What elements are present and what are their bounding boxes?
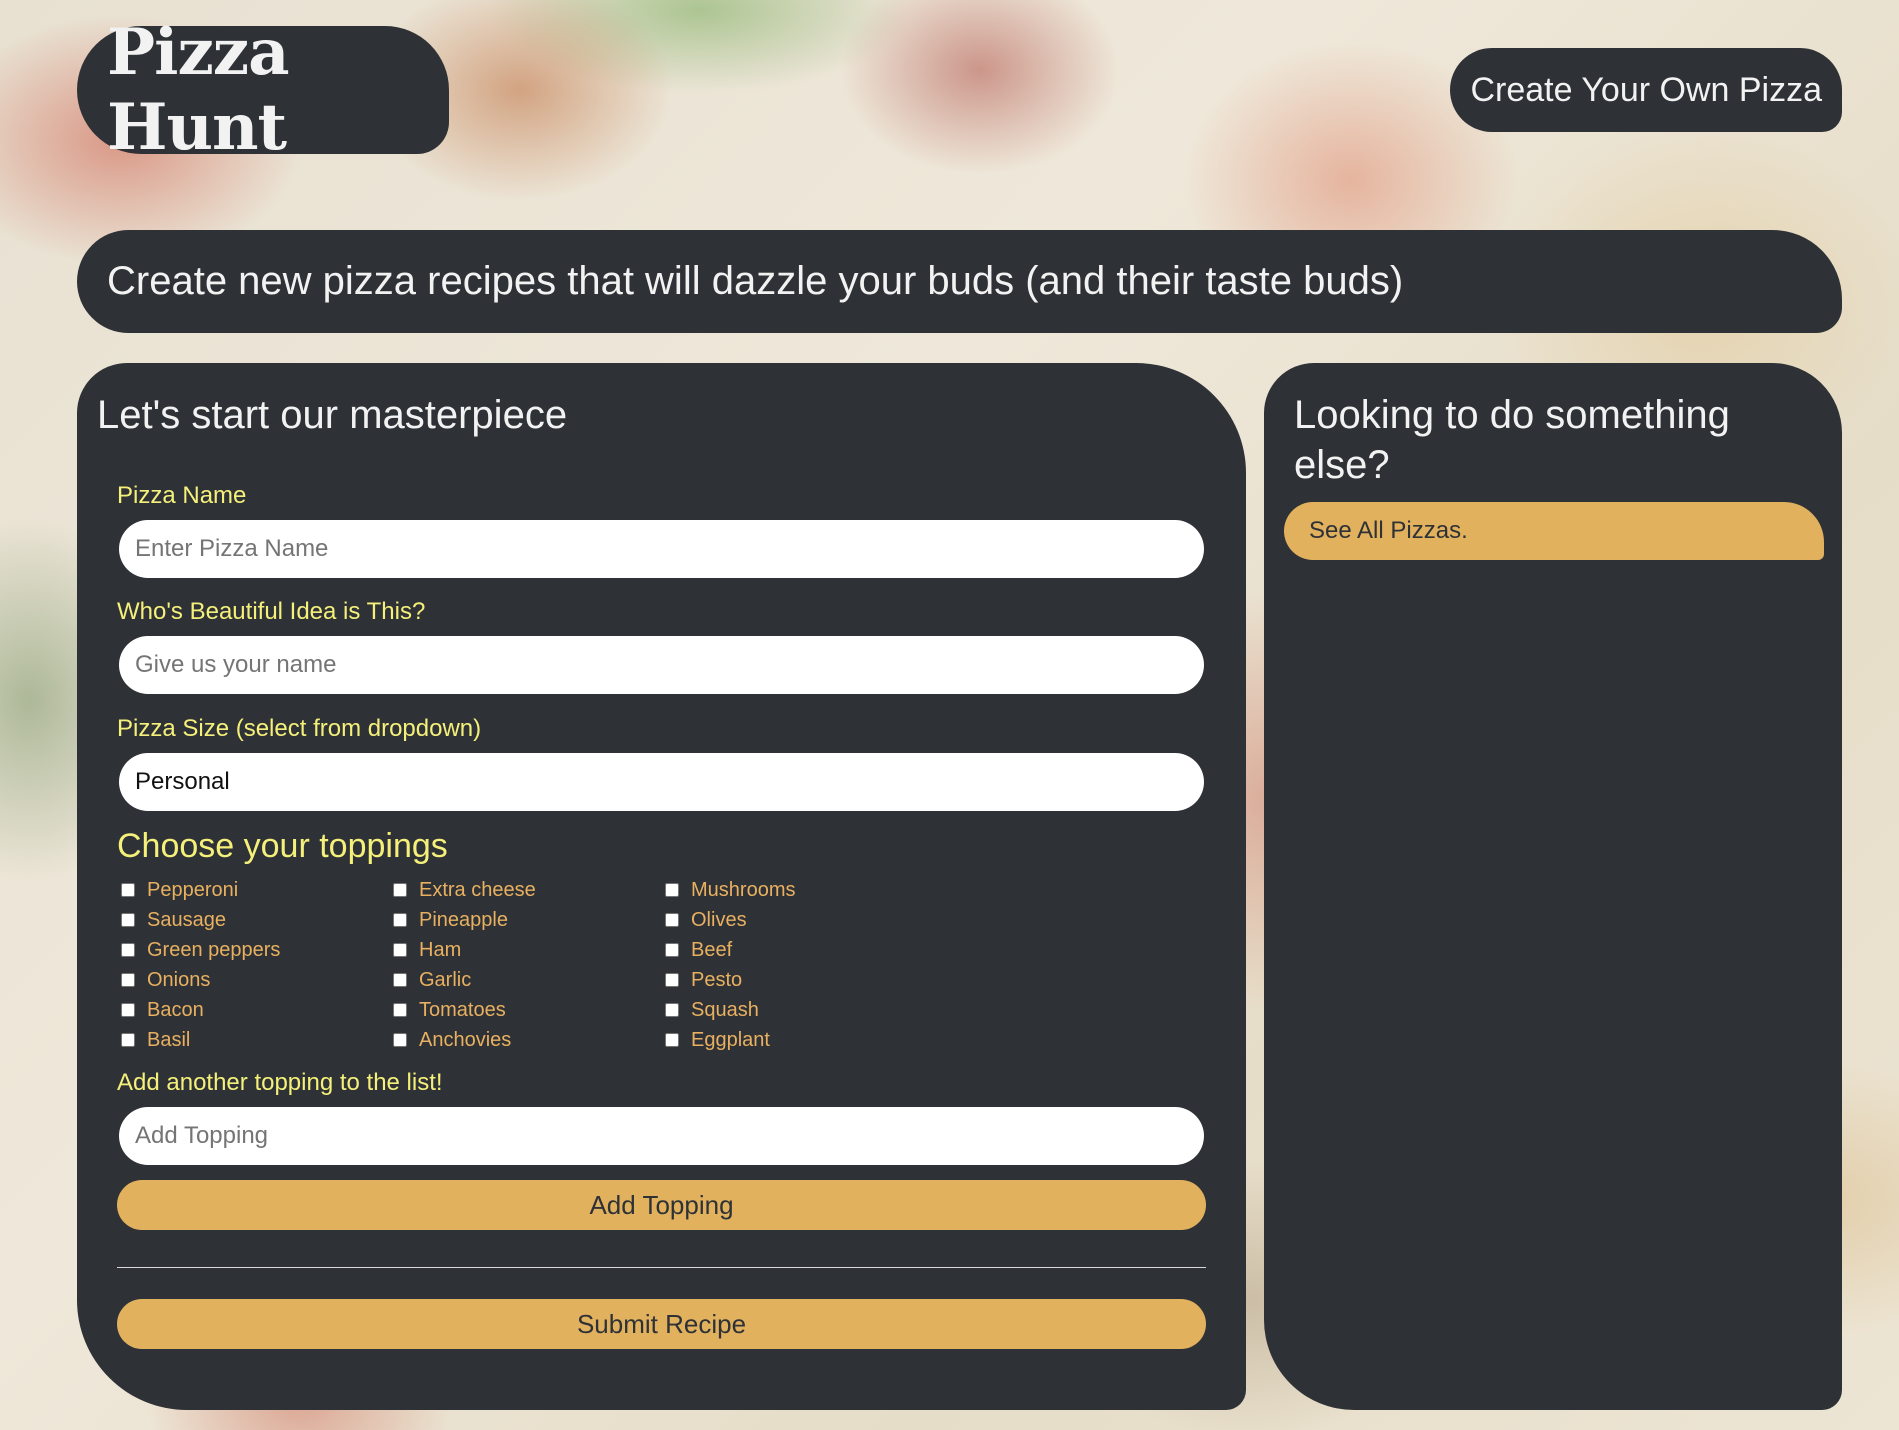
topping-item-eggplant[interactable]: Eggplant bbox=[665, 1025, 937, 1055]
topping-item-anchovies[interactable]: Anchovies bbox=[393, 1025, 665, 1055]
checkbox[interactable] bbox=[121, 883, 135, 897]
checkbox[interactable] bbox=[665, 913, 679, 927]
site-logo[interactable]: Pizza Hunt bbox=[77, 15, 449, 165]
checkbox[interactable] bbox=[393, 943, 407, 957]
topping-item-beef[interactable]: Beef bbox=[665, 935, 937, 965]
recipe-form-panel: Let's start our masterpiece Pizza Name W… bbox=[77, 363, 1246, 1410]
topping-item-mushrooms[interactable]: Mushrooms bbox=[665, 875, 937, 905]
checkbox[interactable] bbox=[665, 943, 679, 957]
topping-label: Pesto bbox=[691, 968, 743, 991]
checkbox[interactable] bbox=[393, 1003, 407, 1017]
topping-item-garlic[interactable]: Garlic bbox=[393, 965, 665, 995]
pizza-name-label: Pizza Name bbox=[117, 482, 247, 509]
topping-label: Mushrooms bbox=[691, 878, 796, 901]
checkbox[interactable] bbox=[665, 1003, 679, 1017]
topping-label: Extra cheese bbox=[419, 878, 536, 901]
pizza-size-value: Personal bbox=[135, 768, 230, 795]
toppings-heading: Choose your toppings bbox=[117, 827, 448, 865]
submit-recipe-button[interactable]: Submit Recipe bbox=[117, 1299, 1206, 1349]
topping-label: Anchovies bbox=[419, 1028, 512, 1051]
topping-item-tomatoes[interactable]: Tomatoes bbox=[393, 995, 665, 1025]
topping-label: Beef bbox=[691, 938, 733, 961]
topping-label: Eggplant bbox=[691, 1028, 770, 1051]
checkbox[interactable] bbox=[393, 1033, 407, 1047]
form-title: Let's start our masterpiece bbox=[97, 393, 568, 437]
author-name-input[interactable] bbox=[119, 636, 1204, 694]
topping-label: Sausage bbox=[147, 908, 226, 931]
topping-item-pesto[interactable]: Pesto bbox=[665, 965, 937, 995]
pizza-size-label: Pizza Size (select from dropdown) bbox=[117, 715, 482, 742]
create-button-label: Create Your Own Pizza bbox=[1470, 70, 1822, 109]
topping-label: Squash bbox=[691, 998, 759, 1021]
topping-label: Basil bbox=[147, 1028, 191, 1051]
topping-item-green-peppers[interactable]: Green peppers bbox=[121, 935, 393, 965]
banner-text: Create new pizza recipes that will dazzl… bbox=[107, 259, 1404, 303]
checkbox[interactable] bbox=[121, 943, 135, 957]
topping-item-olives[interactable]: Olives bbox=[665, 905, 937, 935]
create-your-own-pizza-button[interactable]: Create Your Own Pizza bbox=[1450, 48, 1842, 132]
checkbox[interactable] bbox=[121, 973, 135, 987]
checkbox[interactable] bbox=[393, 913, 407, 927]
form-divider bbox=[117, 1267, 1206, 1268]
topping-label: Green peppers bbox=[147, 938, 281, 961]
checkbox[interactable] bbox=[121, 1003, 135, 1017]
toppings-checkbox-grid: Pepperoni Extra cheese Mushrooms Sausage… bbox=[121, 875, 941, 1055]
topping-item-extra-cheese[interactable]: Extra cheese bbox=[393, 875, 665, 905]
topping-item-squash[interactable]: Squash bbox=[665, 995, 937, 1025]
topping-item-pineapple[interactable]: Pineapple bbox=[393, 905, 665, 935]
checkbox[interactable] bbox=[121, 1033, 135, 1047]
topping-item-bacon[interactable]: Bacon bbox=[121, 995, 393, 1025]
topping-label: Bacon bbox=[147, 998, 204, 1021]
pizza-name-input[interactable] bbox=[119, 520, 1204, 578]
topping-item-ham[interactable]: Ham bbox=[393, 935, 665, 965]
sidebar-title: Looking to do something else? bbox=[1294, 393, 1730, 487]
author-label: Who's Beautiful Idea is This? bbox=[117, 598, 426, 625]
topping-label: Pepperoni bbox=[147, 878, 239, 901]
topping-item-basil[interactable]: Basil bbox=[121, 1025, 393, 1055]
topping-label: Garlic bbox=[419, 968, 472, 991]
page-banner: Create new pizza recipes that will dazzl… bbox=[77, 230, 1842, 333]
pizza-size-select[interactable]: Personal bbox=[119, 753, 1204, 811]
topping-label: Onions bbox=[147, 968, 211, 991]
checkbox[interactable] bbox=[665, 973, 679, 987]
topping-label: Pineapple bbox=[419, 908, 508, 931]
topping-label: Ham bbox=[419, 938, 462, 961]
add-topping-button[interactable]: Add Topping bbox=[117, 1180, 1206, 1230]
sidebar-panel: Looking to do something else? See All Pi… bbox=[1264, 363, 1842, 1410]
topping-item-pepperoni[interactable]: Pepperoni bbox=[121, 875, 393, 905]
topping-item-sausage[interactable]: Sausage bbox=[121, 905, 393, 935]
topping-item-onions[interactable]: Onions bbox=[121, 965, 393, 995]
topping-label: Tomatoes bbox=[419, 998, 506, 1021]
logo-text: Pizza Hunt bbox=[107, 15, 290, 165]
see-all-pizzas-link[interactable]: See All Pizzas. bbox=[1284, 502, 1824, 560]
add-topping-label: Add another topping to the list! bbox=[117, 1069, 443, 1096]
topping-label: Olives bbox=[691, 908, 747, 931]
checkbox[interactable] bbox=[393, 883, 407, 897]
checkbox[interactable] bbox=[665, 883, 679, 897]
add-topping-input[interactable] bbox=[119, 1107, 1204, 1165]
checkbox[interactable] bbox=[121, 913, 135, 927]
checkbox[interactable] bbox=[665, 1033, 679, 1047]
checkbox[interactable] bbox=[393, 973, 407, 987]
